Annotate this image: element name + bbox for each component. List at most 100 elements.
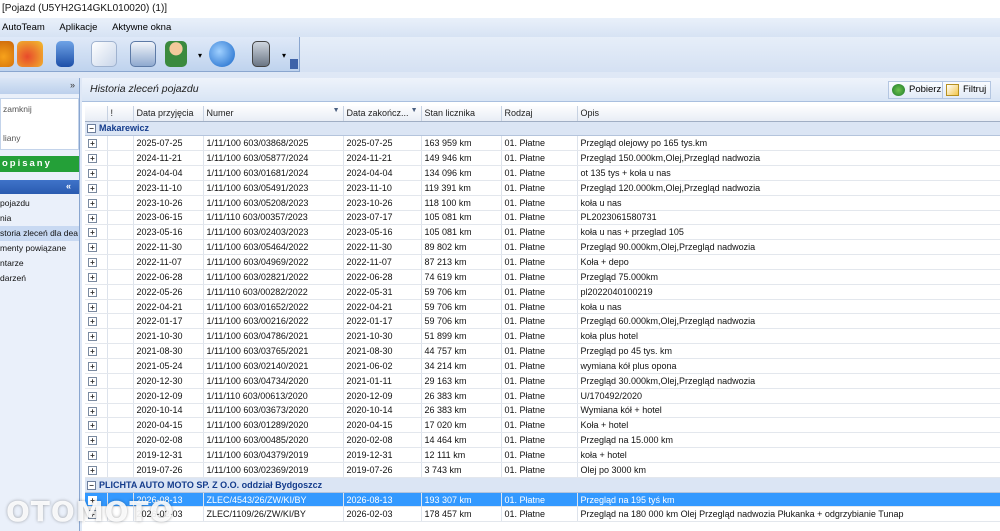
column-header-odometer[interactable]: Stan licznika xyxy=(421,106,502,122)
expand-icon[interactable]: + xyxy=(88,465,97,475)
group-header[interactable]: − Makarewicz xyxy=(85,121,1000,137)
document-icon[interactable] xyxy=(91,41,117,67)
menu-aplikacje[interactable]: Aplikacje xyxy=(59,22,97,33)
table-row[interactable]: +2019-12-31 1/11/100 603/04379/2019 2019-1… xyxy=(85,447,1000,463)
sidebar-item[interactable]: darzeń xyxy=(0,271,79,286)
expand-icon[interactable]: + xyxy=(88,406,97,416)
table-row[interactable]: +2026-02-03 ZLEC/1109/26/ZW/KI/BY 2026-02-… xyxy=(85,506,1000,523)
table-row[interactable]: +2021-05-24 1/11/100 603/02140/2021 2021-0… xyxy=(85,358,1000,374)
expand-icon[interactable]: + xyxy=(88,169,97,179)
column-header-date-completed[interactable]: Data zakończ... ▼ xyxy=(343,106,422,122)
cell-description: pl2022040100219 xyxy=(577,284,1000,300)
flag-cell xyxy=(107,328,134,345)
expand-icon[interactable]: + xyxy=(88,213,97,223)
table-row[interactable]: +2022-01-17 1/11/100 603/00216/2022 2022-0… xyxy=(85,313,1000,330)
group-header[interactable]: − PLICHTA AUTO MOTO SP. Z O.O. oddział By… xyxy=(85,477,1000,493)
cell-date-received: 2023-10-26 xyxy=(133,195,204,211)
table-row[interactable]: +2024-11-21 1/11/100 603/05877/2024 2024-1… xyxy=(85,150,1000,167)
sort-icon[interactable]: ▼ xyxy=(333,107,340,114)
chevron-down-icon[interactable]: ▾ xyxy=(198,51,202,60)
fetch-button[interactable]: Pobierz xyxy=(888,81,947,99)
expand-icon[interactable]: + xyxy=(88,391,97,401)
collapse-icon[interactable]: » xyxy=(70,80,75,90)
table-row[interactable]: +2023-10-26 1/11/100 603/05208/2023 2023-1… xyxy=(85,195,1000,211)
crm-icon[interactable] xyxy=(130,41,156,67)
car-icon[interactable] xyxy=(0,41,14,67)
sidebar-item[interactable]: ntarze xyxy=(0,256,79,271)
cell-type: 01. Płatne xyxy=(501,165,578,181)
column-header-number[interactable]: Numer ▼ xyxy=(203,106,344,122)
table-row[interactable]: +2020-12-09 1/11/110 603/00613/2020 2020-1… xyxy=(85,388,1000,404)
column-header-expand[interactable] xyxy=(85,106,108,122)
expand-icon[interactable]: + xyxy=(88,361,97,371)
column-header-type[interactable]: Rodzaj xyxy=(501,106,578,122)
expand-icon[interactable]: + xyxy=(88,451,97,461)
collapse-group-icon[interactable]: − xyxy=(87,124,96,134)
table-row[interactable]: +2022-04-21 1/11/100 603/01652/2022 2022-0… xyxy=(85,299,1000,315)
table-row[interactable]: +2022-05-26 1/11/110 603/00282/2022 2022-0… xyxy=(85,284,1000,300)
expand-icon[interactable]: + xyxy=(88,302,97,312)
table-row[interactable]: +2022-06-28 1/11/100 603/02821/2022 2022-0… xyxy=(85,269,1000,285)
cell-type: 01. Płatne xyxy=(501,388,578,404)
expand-icon[interactable]: + xyxy=(88,376,97,386)
column-header-flag[interactable]: ! xyxy=(107,106,134,122)
expand-icon[interactable]: + xyxy=(88,183,97,193)
expand-icon[interactable]: + xyxy=(88,421,97,431)
menu-autoteam[interactable]: AutoTeam xyxy=(2,22,45,33)
expand-icon[interactable]: + xyxy=(88,228,97,238)
sidebar-item[interactable]: nia xyxy=(0,211,79,226)
globe-icon[interactable] xyxy=(209,41,235,67)
table-row[interactable]: +2020-12-30 1/11/100 603/04734/2020 2021-0… xyxy=(85,373,1000,389)
toolbar-overflow-button[interactable] xyxy=(290,59,298,69)
table-row[interactable]: +2023-11-10 1/11/100 603/05491/2023 2023-1… xyxy=(85,180,1000,196)
cars-icon[interactable] xyxy=(17,41,43,67)
sidebar-header: » xyxy=(0,78,79,94)
phone-icon[interactable] xyxy=(252,41,270,67)
sort-icon[interactable]: ▼ xyxy=(411,107,418,114)
menu-aktywne-okna[interactable]: Aktywne okna xyxy=(112,22,171,33)
sidebar-box-line1[interactable]: zamknij xyxy=(3,104,32,114)
expand-icon[interactable]: + xyxy=(88,332,97,342)
table-row[interactable]: +2023-05-16 1/11/100 603/02403/2023 2023-0… xyxy=(85,224,1000,241)
sidebar-item-order-history[interactable]: storia zleceń dla dea xyxy=(0,226,79,241)
table-row[interactable]: +2020-10-14 1/11/100 603/03673/2020 2020-1… xyxy=(85,403,1000,419)
expand-icon[interactable]: + xyxy=(88,139,97,149)
cell-description: ot 135 tys + koła u nas xyxy=(577,165,1000,181)
sidebar-section-header[interactable]: « xyxy=(0,180,79,194)
group-row[interactable]: − Makarewicz xyxy=(85,121,1000,137)
table-row[interactable]: +2019-07-26 1/11/100 603/02369/2019 2019-0… xyxy=(85,462,1000,478)
expand-icon[interactable]: + xyxy=(88,198,97,208)
column-header-description[interactable]: Opis xyxy=(577,106,1000,122)
table-row[interactable]: +2023-06-15 1/11/110 603/00357/2023 2023-0… xyxy=(85,210,1000,226)
table-row[interactable]: +2021-10-30 1/11/100 603/04786/2021 2021-1… xyxy=(85,328,1000,345)
chevron-down-icon[interactable]: ▾ xyxy=(282,51,286,60)
expand-cell: + xyxy=(85,269,108,285)
filter-button[interactable]: Filtruj xyxy=(942,81,992,99)
cell-type: 01. Płatne xyxy=(501,432,578,449)
column-header-date-received[interactable]: Data przyjęcia xyxy=(133,106,204,122)
collapse-group-icon[interactable]: − xyxy=(87,480,96,490)
table-row[interactable]: +2025-07-25 1/11/100 603/03868/2025 2025-0… xyxy=(85,135,1000,152)
expand-icon[interactable]: + xyxy=(88,272,97,282)
table-row[interactable]: +2020-04-15 1/11/100 603/01289/2020 2020-0… xyxy=(85,417,1000,434)
sidebar-item[interactable]: menty powiązane xyxy=(0,241,79,256)
expand-icon[interactable]: + xyxy=(88,317,97,327)
table-row[interactable]: +2022-11-07 1/11/100 603/04969/2022 2022-1… xyxy=(85,254,1000,270)
chevron-up-icon[interactable]: « xyxy=(66,181,71,191)
user-icon[interactable] xyxy=(165,41,187,67)
table-row[interactable]: +2020-02-08 1/11/100 603/00485/2020 2020-0… xyxy=(85,432,1000,449)
table-row[interactable]: +2021-08-30 1/11/100 603/03765/2021 2021-0… xyxy=(85,343,1000,359)
table-row[interactable]: +2022-11-30 1/11/100 603/05464/2022 2022-1… xyxy=(85,239,1000,256)
expand-icon[interactable]: + xyxy=(88,287,97,297)
expand-icon[interactable]: + xyxy=(88,436,97,446)
expand-icon[interactable]: + xyxy=(88,154,97,164)
cell-description: Koła + hotel xyxy=(577,417,1000,434)
group-row[interactable]: − PLICHTA AUTO MOTO SP. Z O.O. oddział By… xyxy=(85,477,1000,493)
book-icon[interactable] xyxy=(56,41,74,67)
expand-icon[interactable]: + xyxy=(88,243,97,253)
table-row[interactable]: +2026-08-13 ZLEC/4543/26/ZW/KI/BY 2026-08-… xyxy=(85,492,1000,508)
sidebar-item[interactable]: pojazdu xyxy=(0,196,79,211)
expand-icon[interactable]: + xyxy=(88,258,97,268)
table-row[interactable]: +2024-04-04 1/11/100 603/01681/2024 2024-0… xyxy=(85,165,1000,181)
expand-icon[interactable]: + xyxy=(88,347,97,357)
